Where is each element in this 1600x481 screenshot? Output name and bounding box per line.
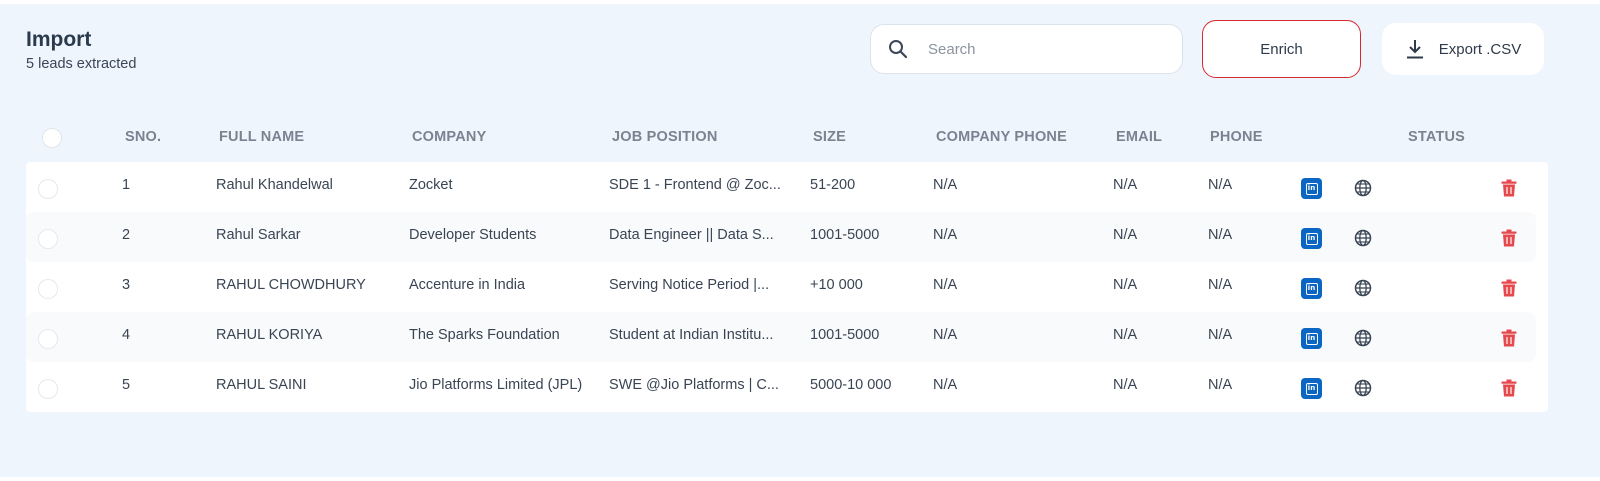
cell-job-position: SWE @Jio Platforms | C...: [609, 377, 779, 393]
download-icon: [1406, 40, 1423, 59]
cell-full-name: RAHUL SAINI: [216, 377, 307, 393]
search-box[interactable]: [870, 24, 1183, 74]
cell-company: The Sparks Foundation: [409, 327, 560, 343]
column-email: EMAIL: [1116, 129, 1163, 145]
cell-job-position: Serving Notice Period |...: [609, 277, 770, 293]
leads-table-body: 1 Rahul Khandelwal Zocket SDE 1 - Fronte…: [26, 162, 1548, 412]
row-checkbox[interactable]: [38, 179, 58, 199]
cell-company: Accenture in India: [409, 277, 526, 293]
cell-full-name: Rahul Sarkar: [216, 227, 301, 243]
linkedin-icon[interactable]: in: [1301, 228, 1322, 249]
cell-job-position: Student at Indian Institu...: [609, 327, 774, 343]
linkedin-icon[interactable]: in: [1301, 278, 1322, 299]
cell-full-name: Rahul Khandelwal: [216, 177, 333, 193]
cell-sno: 2: [122, 227, 131, 243]
search-icon: [889, 40, 908, 59]
trash-icon[interactable]: [1501, 329, 1517, 347]
trash-icon[interactable]: [1501, 379, 1517, 397]
column-status: STATUS: [1408, 129, 1466, 145]
export-button-label: Export .CSV: [1438, 40, 1522, 58]
cell-full-name: RAHUL CHOWDHURY: [216, 277, 366, 293]
column-size: SIZE: [813, 129, 847, 145]
cell-company-phone: N/A: [933, 277, 958, 293]
column-phone: PHONE: [1210, 129, 1263, 145]
cell-phone: N/A: [1208, 227, 1233, 243]
globe-icon[interactable]: [1354, 329, 1372, 347]
row-checkbox[interactable]: [38, 229, 58, 249]
table-row[interactable]: 5 RAHUL SAINI Jio Platforms Limited (JPL…: [26, 362, 1536, 412]
cell-phone: N/A: [1208, 377, 1233, 393]
trash-icon[interactable]: [1501, 279, 1517, 297]
cell-company-phone: N/A: [933, 377, 958, 393]
cell-size: 1001-5000: [810, 227, 880, 243]
linkedin-icon[interactable]: in: [1301, 378, 1322, 399]
cell-sno: 4: [122, 327, 131, 343]
cell-sno: 3: [122, 277, 131, 293]
cell-job-position: SDE 1 - Frontend @ Zoc...: [609, 177, 781, 193]
globe-icon[interactable]: [1354, 279, 1372, 297]
cell-company-phone: N/A: [933, 177, 958, 193]
table-row[interactable]: 1 Rahul Khandelwal Zocket SDE 1 - Fronte…: [26, 162, 1536, 212]
table-row[interactable]: 4 RAHUL KORIYA The Sparks Foundation Stu…: [26, 312, 1536, 362]
cell-phone: N/A: [1208, 177, 1233, 193]
column-job-position: JOB POSITION: [612, 129, 718, 145]
column-company-phone: COMPANY PHONE: [936, 129, 1067, 145]
cell-phone: N/A: [1208, 327, 1233, 343]
column-sno: SNO.: [125, 129, 162, 145]
leads-count: 5 leads extracted: [26, 56, 137, 72]
cell-company: Developer Students: [409, 227, 537, 243]
globe-icon[interactable]: [1354, 229, 1372, 247]
cell-size: 5000-10 000: [810, 377, 892, 393]
cell-company-phone: N/A: [933, 227, 958, 243]
export-csv-button[interactable]: Export .CSV: [1382, 23, 1544, 75]
cell-size: 51-200: [810, 177, 856, 193]
cell-job-position: Data Engineer || Data S...: [609, 227, 774, 243]
cell-email: N/A: [1113, 377, 1138, 393]
cell-company: Zocket: [409, 177, 453, 193]
import-page: Import 5 leads extracted Enrich Export .…: [0, 4, 1600, 477]
cell-email: N/A: [1113, 227, 1138, 243]
row-checkbox[interactable]: [38, 279, 58, 299]
table-row[interactable]: 2 Rahul Sarkar Developer Students Data E…: [26, 212, 1536, 262]
cell-company: Jio Platforms Limited (JPL): [409, 377, 583, 393]
column-full-name: FULL NAME: [219, 129, 305, 145]
page-title: Import: [26, 28, 92, 51]
enrich-button[interactable]: Enrich: [1202, 20, 1361, 78]
cell-sno: 1: [122, 177, 131, 193]
globe-icon[interactable]: [1354, 379, 1372, 397]
column-company: COMPANY: [412, 129, 487, 145]
trash-icon[interactable]: [1501, 179, 1517, 197]
cell-size: 1001-5000: [810, 327, 880, 343]
table-header: SNO. FULL NAME COMPANY JOB POSITION SIZE…: [26, 116, 1548, 160]
row-checkbox[interactable]: [38, 379, 58, 399]
row-checkbox[interactable]: [38, 329, 58, 349]
trash-icon[interactable]: [1501, 229, 1517, 247]
select-all-checkbox[interactable]: [42, 128, 62, 148]
cell-email: N/A: [1113, 327, 1138, 343]
globe-icon[interactable]: [1354, 179, 1372, 197]
linkedin-icon[interactable]: in: [1301, 178, 1322, 199]
cell-size: +10 000: [810, 277, 863, 293]
cell-company-phone: N/A: [933, 327, 958, 343]
table-row[interactable]: 3 RAHUL CHOWDHURY Accenture in India Ser…: [26, 262, 1536, 312]
enrich-button-label: Enrich: [1260, 40, 1303, 58]
cell-full-name: RAHUL KORIYA: [216, 327, 323, 343]
cell-email: N/A: [1113, 177, 1138, 193]
cell-email: N/A: [1113, 277, 1138, 293]
cell-sno: 5: [122, 377, 131, 393]
linkedin-icon[interactable]: in: [1301, 328, 1322, 349]
search-input[interactable]: [928, 40, 1158, 58]
cell-phone: N/A: [1208, 277, 1233, 293]
